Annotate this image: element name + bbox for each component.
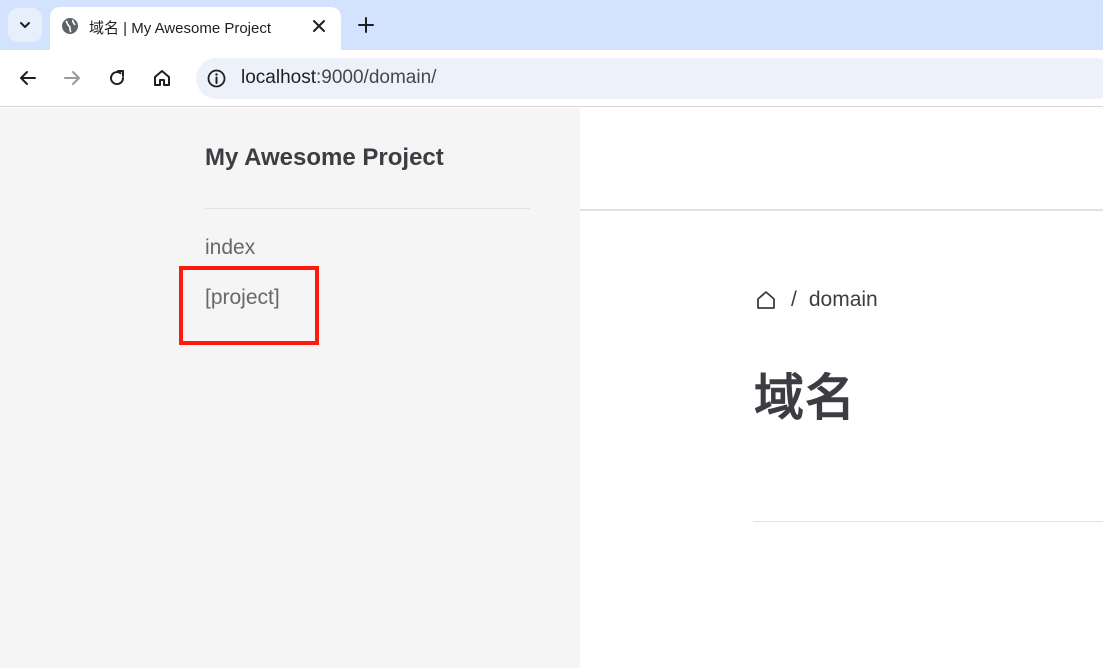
browser-toolbar: localhost:9000/domain/ — [0, 50, 1103, 107]
topbar-divider — [580, 209, 1103, 211]
home-icon — [154, 70, 170, 86]
back-button[interactable] — [15, 65, 41, 91]
address-url: localhost:9000/domain/ — [241, 67, 436, 89]
info-icon[interactable] — [206, 68, 227, 89]
globe-icon — [62, 18, 78, 34]
new-tab-button[interactable] — [354, 13, 378, 37]
highlight-box — [179, 266, 319, 345]
reload-button[interactable] — [104, 65, 130, 91]
arrow-left-icon — [20, 71, 36, 85]
arrow-right-icon — [64, 71, 80, 85]
plus-icon — [358, 17, 374, 33]
home-outline-icon[interactable] — [755, 289, 777, 311]
sidebar: My Awesome Project index [project] — [0, 108, 580, 668]
address-bar[interactable]: localhost:9000/domain/ — [196, 58, 1103, 99]
breadcrumb-current[interactable]: domain — [809, 288, 878, 312]
browser-tab[interactable]: 域名 | My Awesome Project — [50, 7, 341, 50]
url-host: localhost — [241, 67, 316, 88]
page-title: 域名 — [754, 370, 856, 426]
tab-search-button[interactable] — [8, 8, 42, 42]
content-divider — [753, 521, 1103, 522]
tab-strip: 域名 | My Awesome Project — [0, 0, 1103, 50]
breadcrumb: / domain — [755, 288, 878, 312]
close-icon — [313, 20, 325, 32]
main-content: / domain 域名 — [580, 108, 1103, 668]
site-title[interactable]: My Awesome Project — [205, 144, 444, 172]
sidebar-item-index[interactable]: index — [205, 236, 255, 260]
breadcrumb-separator: / — [791, 288, 797, 311]
reload-icon — [110, 70, 125, 86]
home-button[interactable] — [149, 65, 175, 91]
tab-close-button[interactable] — [309, 16, 329, 36]
tab-title: 域名 | My Awesome Project — [89, 20, 272, 37]
forward-button[interactable] — [59, 65, 85, 91]
sidebar-divider — [205, 208, 530, 209]
url-path: :9000/domain/ — [316, 67, 437, 88]
chevron-down-icon — [20, 22, 30, 28]
